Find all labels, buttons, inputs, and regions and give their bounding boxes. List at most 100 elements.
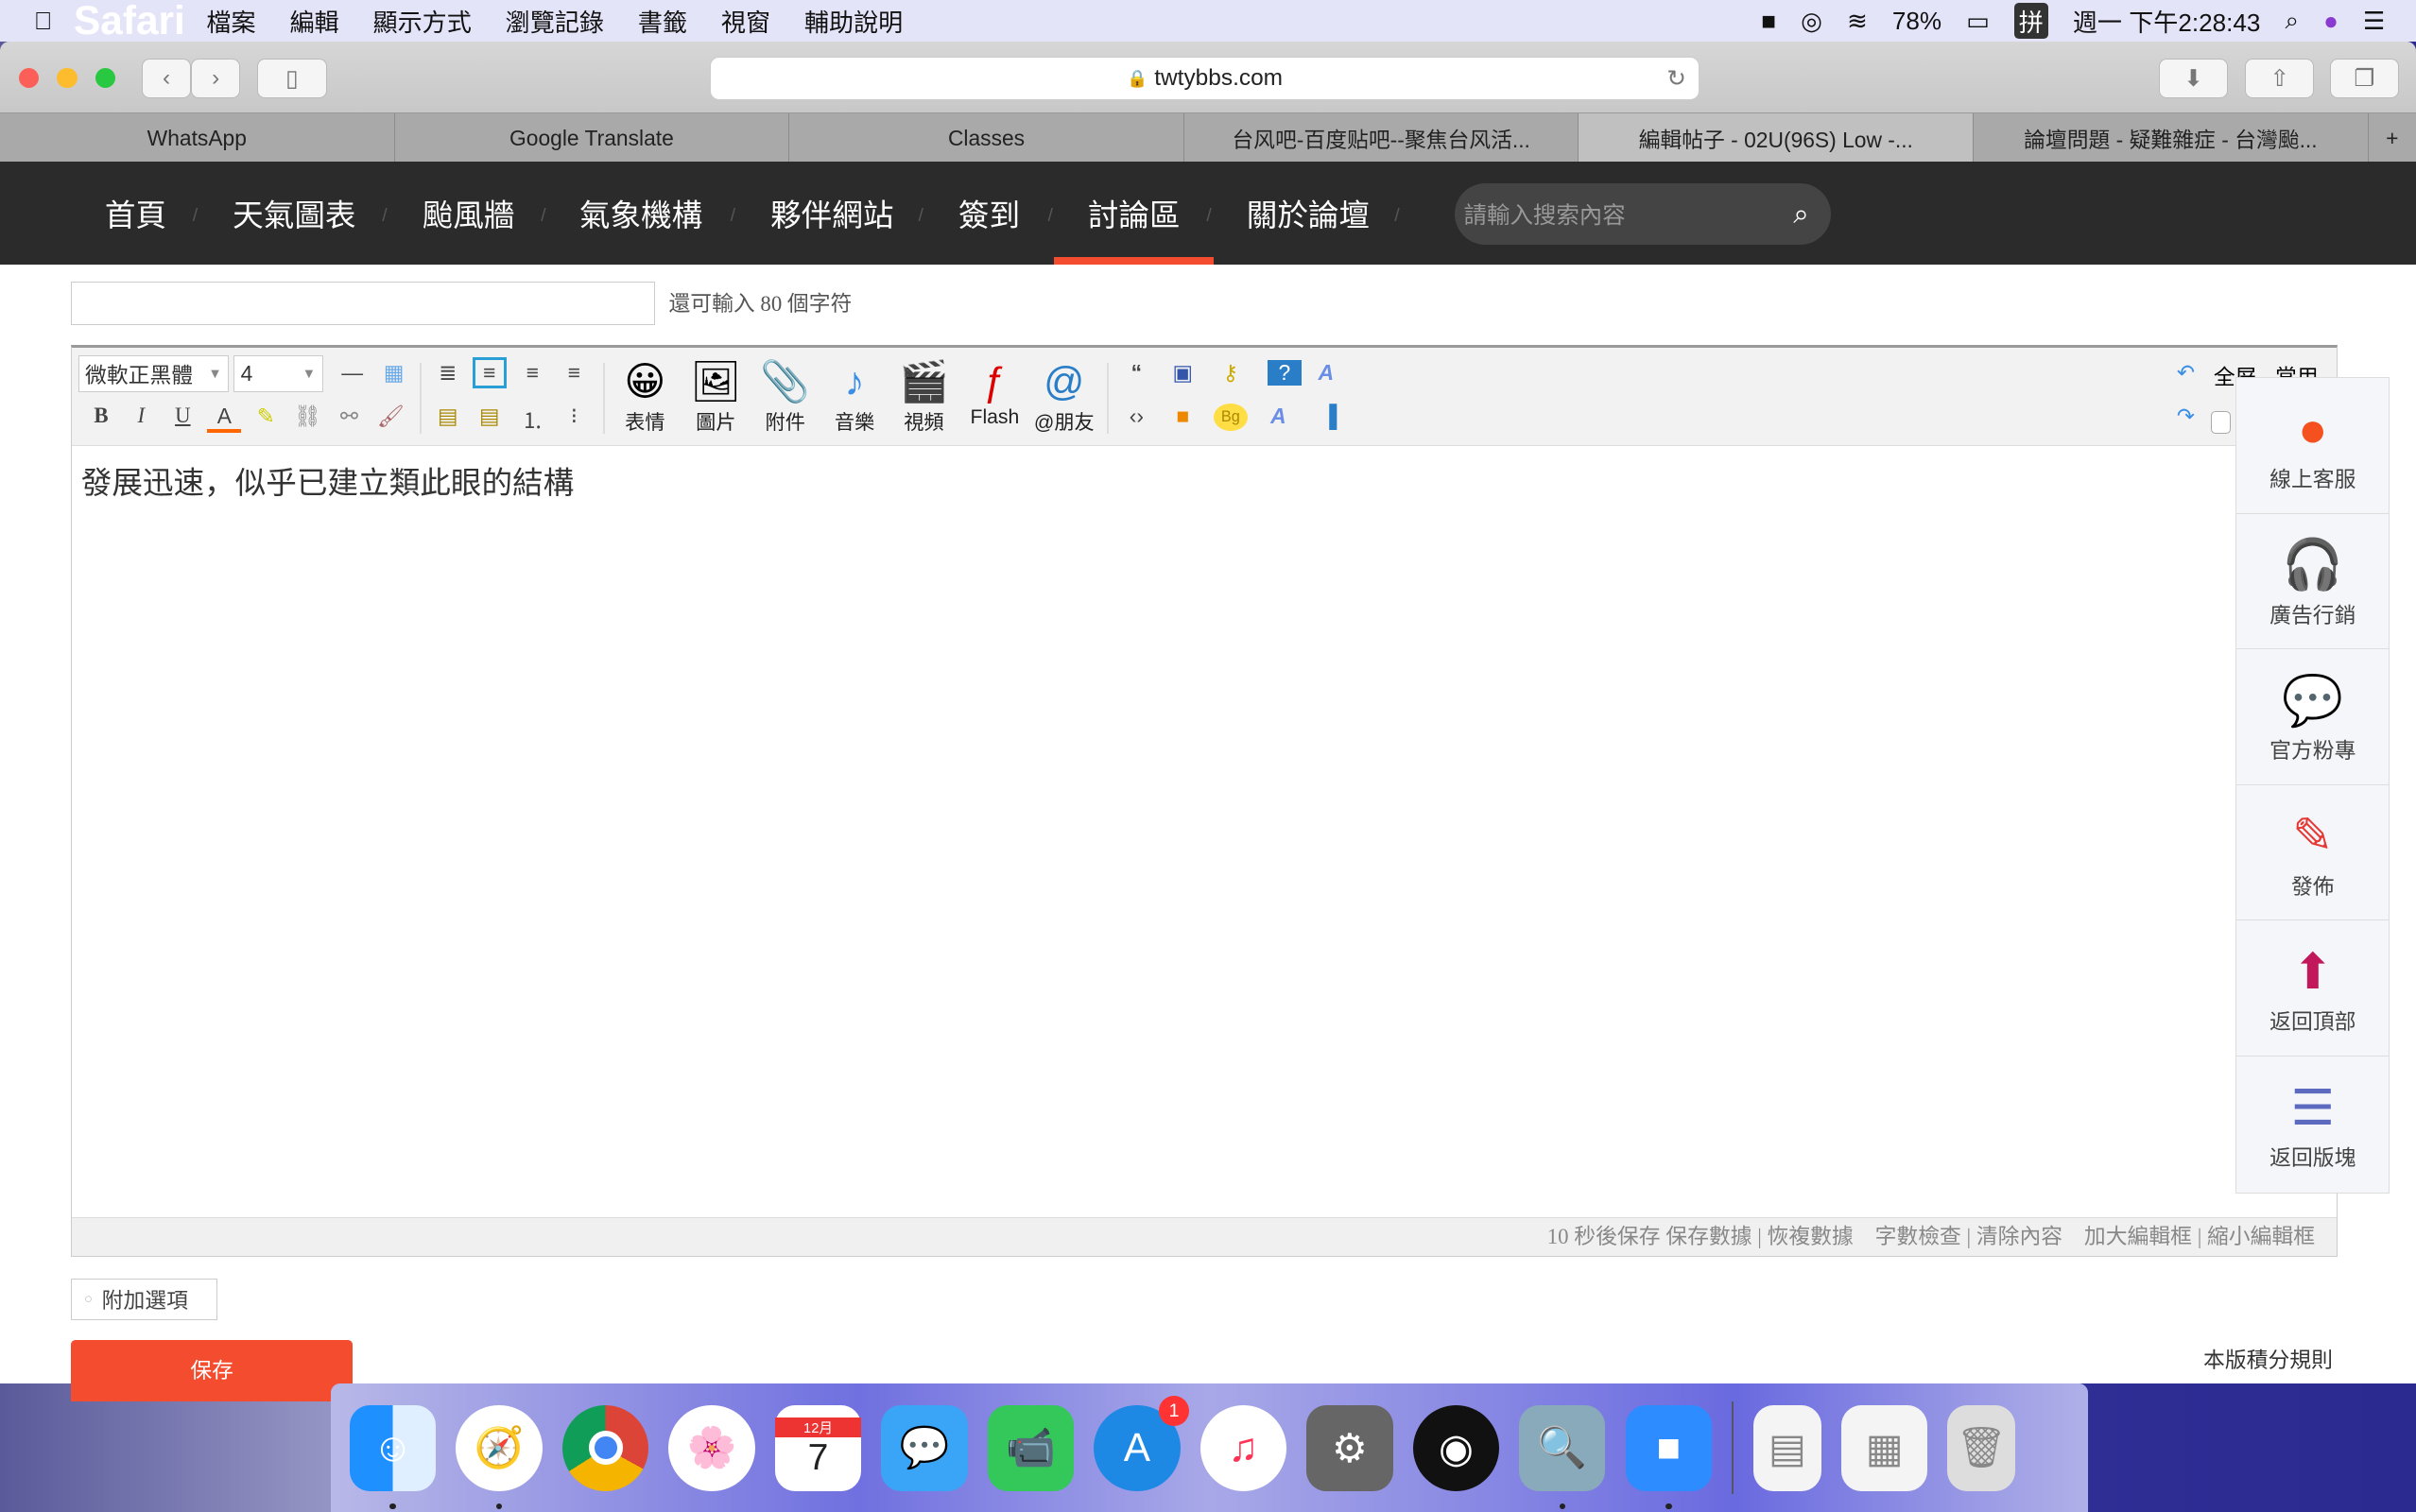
unlink-icon[interactable]: ⚯ [332,404,366,429]
menu-window[interactable]: 視窗 [721,3,770,39]
font-size-select[interactable]: 4 ▼ [233,355,323,393]
site-search-input[interactable]: 請輸入搜索內容 ⌕ [1454,182,1831,246]
back-to-top-button[interactable]: ⬆ 返回頂部 [2236,920,2390,1057]
bold-icon[interactable]: B [84,404,118,428]
superscript-icon[interactable]: A [1261,404,1295,429]
photos-icon[interactable]: 🌸 [668,1404,755,1491]
share-icon[interactable]: ⇧ [2245,58,2315,99]
search-icon[interactable]: ⌕ [1793,198,1808,231]
clear-content-link[interactable]: 清除內容 [1976,1225,2062,1248]
obs-icon[interactable]: ◉ [1412,1404,1499,1491]
safari-icon[interactable]: 🧭 [456,1404,543,1510]
menu-history[interactable]: 瀏覽記錄 [506,3,604,39]
new-tab-button[interactable]: + [2369,113,2416,163]
image-button[interactable]: 🖼 圖片 [682,357,751,436]
extra-options-button[interactable]: ○ 附加選項 [70,1278,217,1320]
font-color-icon[interactable]: A [207,404,242,433]
font-family-select[interactable]: 微軟正黑體 ▼ [78,355,230,393]
tab-classes[interactable]: Classes [789,112,1184,163]
chrome-icon[interactable] [561,1404,649,1491]
save-data-link[interactable]: 保存數據 [1665,1225,1752,1248]
input-method-icon[interactable]: 拼 [2013,3,2048,39]
tab-google-translate[interactable]: Google Translate [395,112,790,163]
calendar-icon[interactable]: 12月 7 [774,1404,862,1491]
video-button[interactable]: 🎬 視頻 [890,357,958,436]
publish-button[interactable]: ✎ 發佈 [2236,785,2390,921]
tab-baidu-typhoon[interactable]: 台风吧-百度贴吧--聚焦台风活... [1184,112,1579,163]
notification-center-icon[interactable]: ☰ [2363,7,2385,36]
finder-icon[interactable]: ☺ [350,1404,437,1510]
hide-content-icon[interactable]: ⚷ [1214,360,1248,386]
camera-icon[interactable]: ■ [1761,7,1776,36]
float-right-icon[interactable]: ▤ [473,404,507,429]
subscript-icon[interactable]: A [1309,360,1343,386]
align-center-icon[interactable]: ≡ [515,360,549,386]
horizontal-rule-icon[interactable]: — [336,360,370,386]
messages-icon[interactable]: 💬 [881,1404,968,1491]
nav-about[interactable]: 關於論壇 [1247,162,1370,265]
clear-format-icon[interactable]: 🖌 [373,404,407,429]
post-title-input[interactable] [70,282,655,325]
menu-file[interactable]: 檔案 [206,3,255,39]
tab-forum-issues[interactable]: 論壇問題 - 疑難雜症 - 台灣颱... [1974,112,2369,163]
highlight-icon[interactable]: ✎ [249,404,283,429]
spreadsheet-stack-icon[interactable]: ▦ [1840,1404,1928,1491]
siri-icon[interactable]: ● [2323,7,2338,36]
address-bar[interactable]: 🔒 twtybbs.com ↻ [710,57,1700,100]
mention-friend-button[interactable]: @ @朋友 [1030,357,1098,436]
itunes-icon[interactable]: ♫ [1199,1404,1287,1491]
mode-checkbox[interactable] [2210,410,2231,435]
app-store-icon[interactable]: A1 [1094,1395,1190,1491]
advertising-button[interactable]: 🎧 廣告行銷 [2236,514,2390,650]
word-paste-icon[interactable]: ▣ [1165,360,1199,386]
align-justify-icon[interactable]: ≣ [431,360,465,386]
reload-icon[interactable]: ↻ [1666,64,1685,93]
code-icon[interactable]: ‹› [1119,404,1153,429]
battery-icon[interactable]: ▭ [1966,7,1990,36]
align-left-icon[interactable]: ≡ [472,356,507,388]
facetime-icon[interactable]: 📹 [987,1404,1075,1491]
wifi-icon[interactable]: ≋ [1847,7,1868,36]
nav-home[interactable]: 首頁 [105,162,166,265]
page-break-icon[interactable]: ▌ [1320,404,1354,429]
nav-typhoon-wall[interactable]: 颱風牆 [423,162,515,265]
tabs-overview-icon[interactable]: ❐ [2329,58,2400,99]
close-window-button[interactable] [18,67,39,88]
save-button[interactable]: 保存 [70,1340,354,1402]
online-support-button[interactable]: ● 線上客服 [2236,378,2390,514]
nav-partner-sites[interactable]: 夥伴網站 [770,162,893,265]
document-stack-icon[interactable]: ▤ [1752,1404,1821,1491]
underline-icon[interactable]: U [165,404,199,428]
downloads-icon[interactable]: ⬇ [2158,58,2229,99]
nav-checkin[interactable]: 簽到 [958,162,1020,265]
editor-body[interactable]: 發展迅速，似乎已建立類此眼的結構 [81,458,575,503]
menu-edit[interactable]: 編輯 [289,3,338,39]
creative-cloud-icon[interactable]: ◎ [1801,7,1822,36]
menu-help[interactable]: 輔助說明 [804,3,903,39]
help-icon[interactable]: ? [1267,360,1302,387]
battery-percent[interactable]: 78% [1892,7,1941,36]
menu-bookmarks[interactable]: 書籤 [638,3,687,39]
word-check-link[interactable]: 字數檢查 [1875,1225,1961,1248]
unordered-list-icon[interactable]: ⁝ [557,404,591,429]
apple-icon[interactable]:  [34,7,53,36]
zoom-window-button[interactable] [95,67,116,88]
italic-icon[interactable]: I [124,404,158,428]
menu-view[interactable]: 顯示方式 [372,3,471,39]
back-button[interactable]: ‹ [141,58,192,99]
shrink-editor-link[interactable]: 縮小編輯框 [2207,1225,2315,1248]
preview-icon[interactable]: 🔍 [1519,1404,1606,1510]
minimize-window-button[interactable] [57,67,78,88]
ordered-list-icon[interactable]: ⒈ [515,404,549,435]
redo-icon[interactable]: ↷ [2169,404,2203,429]
official-fanpage-button[interactable]: 💬 官方粉專 [2236,649,2390,785]
nav-forum[interactable]: 討論區 [1053,162,1215,266]
back-to-board-button[interactable]: ☰ 返回版塊 [2236,1057,2389,1192]
clock[interactable]: 週一 下午2:28:43 [2073,3,2261,39]
tab-edit-post[interactable]: 編輯帖子 - 02U(96S) Low -... [1579,112,1975,163]
quote-icon[interactable]: “ [1119,360,1153,386]
music-button[interactable]: ♪ 音樂 [820,357,889,436]
table-icon[interactable]: ▦ [377,360,411,386]
forum-points-rules-link[interactable]: 本版積分規則 [2203,1343,2333,1374]
system-preferences-icon[interactable]: ⚙ [1306,1404,1393,1491]
